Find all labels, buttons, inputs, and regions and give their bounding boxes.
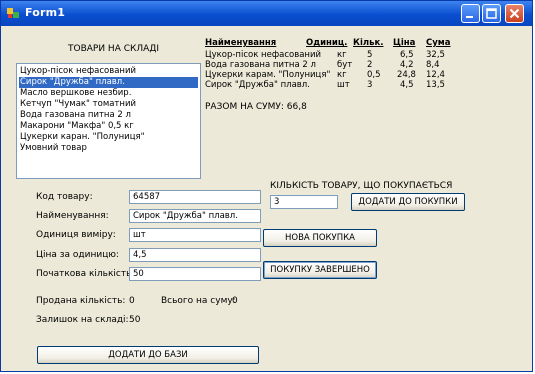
unit-input[interactable]: шт (129, 228, 261, 242)
col-header-sum: Сума (426, 38, 451, 48)
list-item[interactable]: Масло вершкове незбир. (19, 88, 198, 99)
row-price: 24,8 (397, 70, 416, 80)
maximize-button[interactable] (482, 4, 501, 23)
row-name: Вода газована питна 2 л (205, 60, 316, 70)
purchase-qty-label: КІЛЬКІСТЬ ТОВАРУ, ЩО ПОКУПАЄТЬСЯ (270, 181, 453, 191)
code-label: Код товару: (36, 192, 93, 202)
col-header-qty: Кільк. (353, 38, 384, 48)
new-purchase-button[interactable]: НОВА ПОКУПКА (263, 229, 377, 247)
main-window: Form1 ТОВАРИ НА СКЛАДІ Цукор-пісок нефас… (0, 0, 533, 372)
list-item[interactable]: Вода газована питна 2 л (19, 110, 198, 121)
price-input[interactable]: 4,5 (129, 248, 261, 262)
purchase-total: РАЗОМ НА СУМУ: 66,8 (205, 102, 307, 112)
name-input[interactable]: Сирок "Дружба" плавл. (129, 209, 261, 223)
stock-rest-value: 50 (129, 315, 141, 325)
list-item[interactable]: Кетчуп "Чумак" томатний (19, 99, 198, 110)
list-item[interactable]: Цукор-пісок нефасований (19, 66, 198, 77)
unit-label: Одиниця виміру: (36, 230, 116, 240)
list-item[interactable]: Цукерки каран. "Полуниця" (19, 132, 198, 143)
row-price: 6,5 (400, 50, 414, 60)
stock-listbox[interactable]: Цукор-пісок нефасований Сирок "Дружба" п… (16, 63, 201, 179)
finish-purchase-button[interactable]: ПОКУПКУ ЗАВЕРШЕНО (263, 261, 377, 279)
col-header-price: Ціна (393, 38, 416, 48)
row-unit: бут (337, 60, 353, 70)
list-item-selected[interactable]: Сирок "Дружба" плавл. (19, 77, 198, 88)
price-label: Ціна за одиницю: (36, 250, 119, 260)
stock-heading: ТОВАРИ НА СКЛАДІ (68, 44, 160, 54)
row-name: Цукерки карам. "Полуниця" (205, 70, 331, 80)
add-to-base-button[interactable]: ДОДАТИ ДО БАЗИ (37, 346, 259, 364)
close-button[interactable] (505, 4, 524, 23)
minimize-button[interactable] (461, 4, 480, 23)
row-unit: кг (337, 50, 347, 60)
row-sum: 12,4 (426, 70, 445, 80)
list-item[interactable]: Умовний товар (19, 143, 198, 154)
list-item[interactable]: Макарони "Макфа" 0,5 кг (19, 121, 198, 132)
close-icon (509, 8, 520, 19)
sold-qty-label: Продана кількість: (36, 296, 126, 306)
app-icon (7, 8, 19, 18)
row-price: 4,2 (400, 60, 414, 70)
sold-qty-value: 0 (129, 296, 135, 306)
row-sum: 8,4 (426, 60, 440, 70)
maximize-icon (486, 8, 497, 19)
row-sum: 32,5 (426, 50, 445, 60)
initial-qty-input[interactable]: 50 (129, 267, 261, 281)
col-header-name: Найменування (205, 38, 277, 48)
title-bar[interactable]: Form1 (1, 1, 532, 26)
row-name: Цукор-пісок нефасований (205, 50, 322, 60)
add-to-purchase-button[interactable]: ДОДАТИ ДО ПОКУПКИ (351, 193, 465, 211)
row-qty: 5 (367, 50, 373, 60)
initial-qty-label: Початкова кількість: (36, 269, 135, 279)
form-client-area: ТОВАРИ НА СКЛАДІ Цукор-пісок нефасований… (4, 26, 529, 370)
row-qty: 3 (367, 80, 373, 90)
window-title: Form1 (25, 6, 66, 19)
total-sum-value: 0 (232, 296, 238, 306)
row-unit: кг (337, 70, 347, 80)
row-unit: шт (337, 80, 350, 90)
col-header-unit: Одиниц. (306, 38, 348, 48)
row-qty: 2 (367, 60, 373, 70)
purchase-qty-input[interactable]: 3 (270, 195, 338, 209)
minimize-icon (466, 16, 473, 18)
row-price: 4,5 (400, 80, 414, 90)
name-label: Найменування: (36, 211, 109, 221)
row-sum: 13,5 (426, 80, 445, 90)
stock-rest-label: Залишок на складі: (36, 315, 129, 325)
total-sum-label: Всього на суму: (161, 296, 236, 306)
code-input[interactable]: 64587 (129, 190, 261, 204)
row-qty: 0,5 (367, 70, 381, 80)
row-name: Сирок "Дружба" плавл. (205, 80, 310, 90)
